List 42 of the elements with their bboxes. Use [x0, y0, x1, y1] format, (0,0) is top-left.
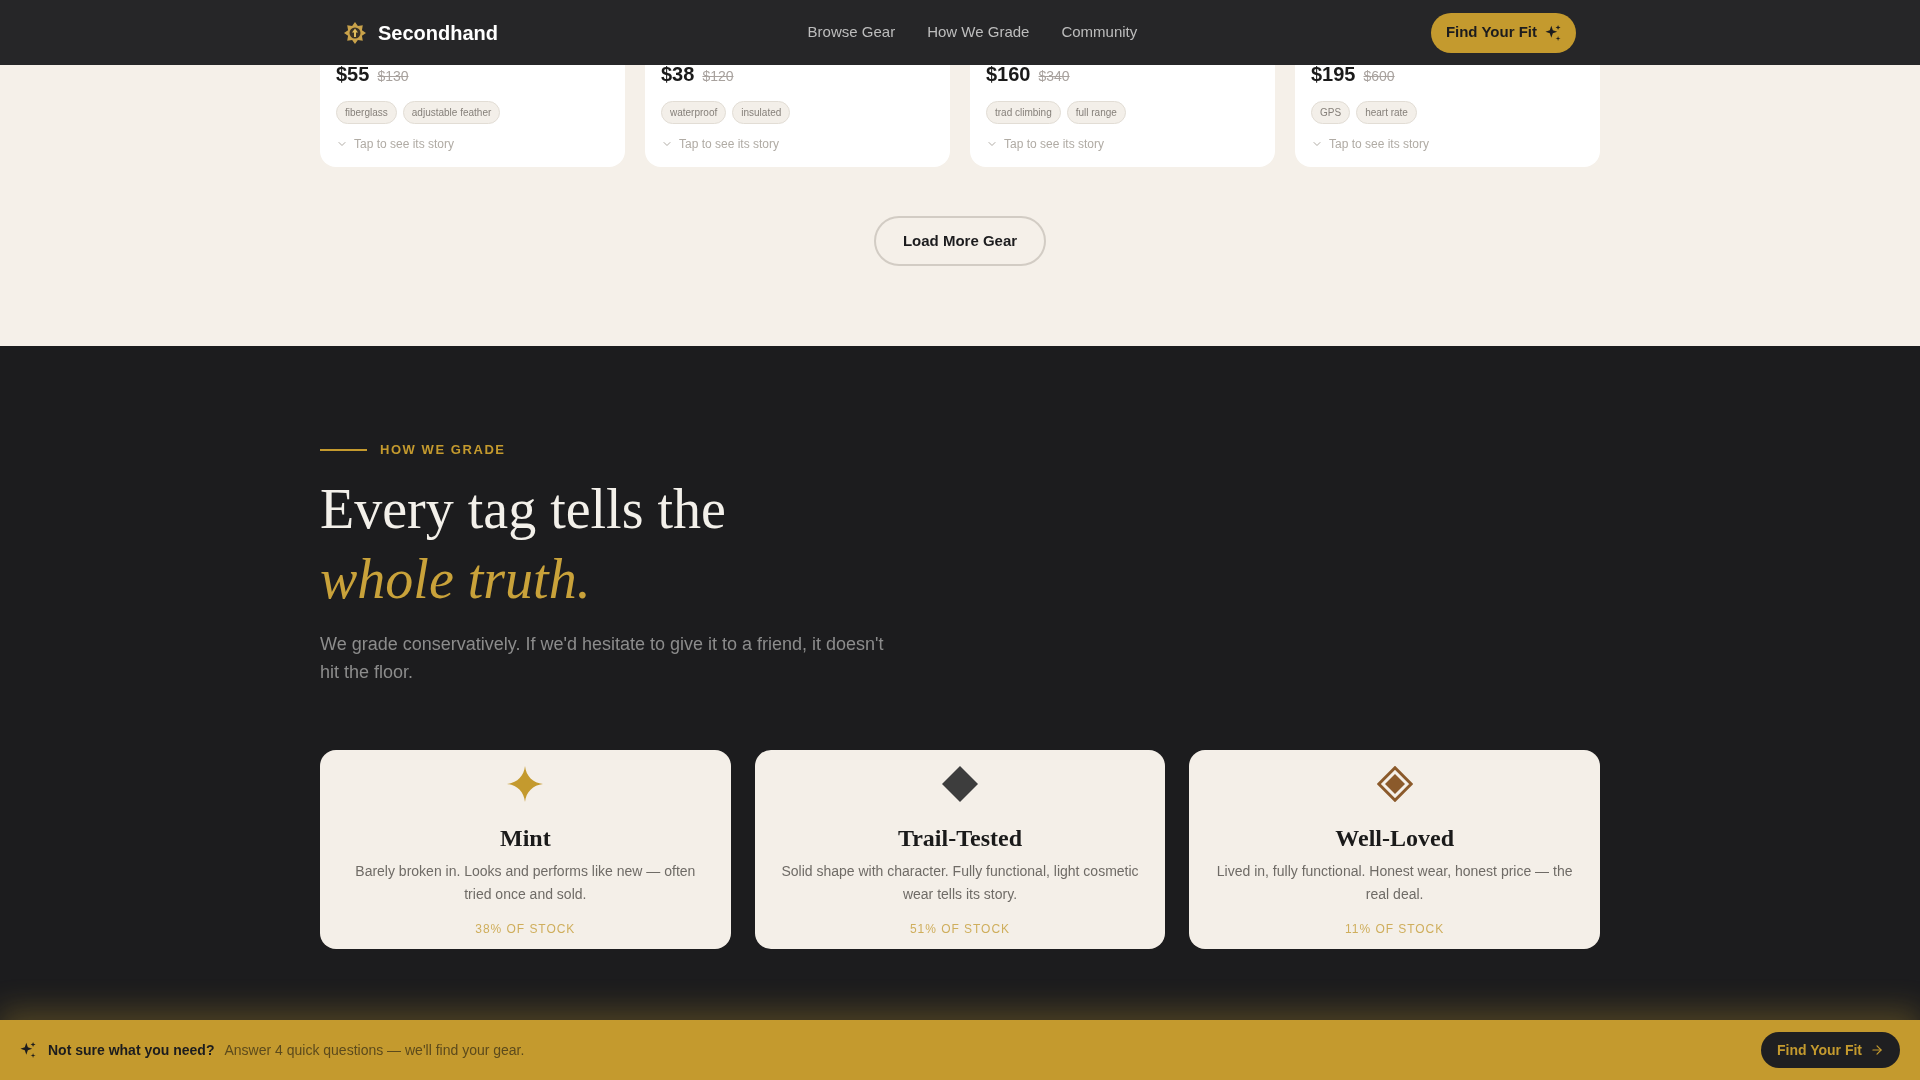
nav-link[interactable]: How We Grade: [927, 21, 1030, 44]
price: $160: [986, 62, 1031, 87]
tag: insulated: [732, 101, 791, 124]
sparkles-icon: [20, 1042, 36, 1058]
heading-accent: whole truth.: [320, 547, 591, 612]
sparkles-icon: [1545, 24, 1561, 41]
nav-link[interactable]: Community: [1061, 21, 1138, 44]
star-badge-icon: [344, 21, 366, 44]
prompt-text: Answer 4 quick questions — we'll find your gear.: [224, 1040, 525, 1060]
find-your-fit-button[interactable]: Find Your Fit: [1760, 1032, 1900, 1068]
find-your-fit-button[interactable]: Find Your Fit: [1430, 12, 1576, 53]
grade-description: Lived in, fully functional. Honest wear, honest price — the real deal.: [1215, 862, 1574, 904]
original-price: $340: [1038, 67, 1070, 86]
stock-share: 38% OF STOCK: [475, 921, 576, 937]
grade-title: Trail-Tested: [898, 824, 1022, 853]
grade-description: Solid shape with character. Fully functional, light cosmetic wear tells its story.: [780, 862, 1140, 904]
brand-name: Secondhand: [378, 20, 498, 46]
tag: waterproof: [661, 101, 727, 124]
nav-link[interactable]: Browse Gear: [807, 21, 896, 44]
price: $55: [336, 62, 370, 87]
tag: heart rate: [1356, 101, 1417, 124]
arrow-right-icon: [1870, 1043, 1884, 1057]
prompt-title: Not sure what you need?: [48, 1040, 215, 1060]
price: $195: [1311, 62, 1356, 87]
grade-title: Mint: [500, 824, 551, 853]
original-price: $120: [702, 67, 734, 86]
grade-description: Barely broken in. Looks and performs like new — often tried once and sold.: [354, 862, 697, 904]
section-heading: Every tag tells the: [320, 477, 726, 542]
price: $38: [661, 62, 695, 87]
tag: adjustable feather: [402, 101, 501, 124]
tag: trad climbing: [986, 101, 1061, 124]
tag: GPS: [1311, 101, 1351, 124]
original-price: $600: [1363, 67, 1395, 86]
stock-share: 51% OF STOCK: [910, 921, 1010, 937]
tag: full range: [1066, 101, 1126, 124]
stock-share: 11% OF STOCK: [1345, 921, 1445, 937]
grade-title: Well-Loved: [1335, 824, 1454, 853]
intro-paragraph: We grade conservatively. If we'd hesitate to give it to a friend, it doesn't hit the floor.: [320, 633, 885, 684]
load-more-button[interactable]: Load More Gear: [873, 216, 1047, 266]
original-price: $130: [377, 67, 409, 86]
eyebrow-label: HOW WE GRADE: [380, 442, 506, 458]
tag: fiberglass: [336, 101, 397, 124]
